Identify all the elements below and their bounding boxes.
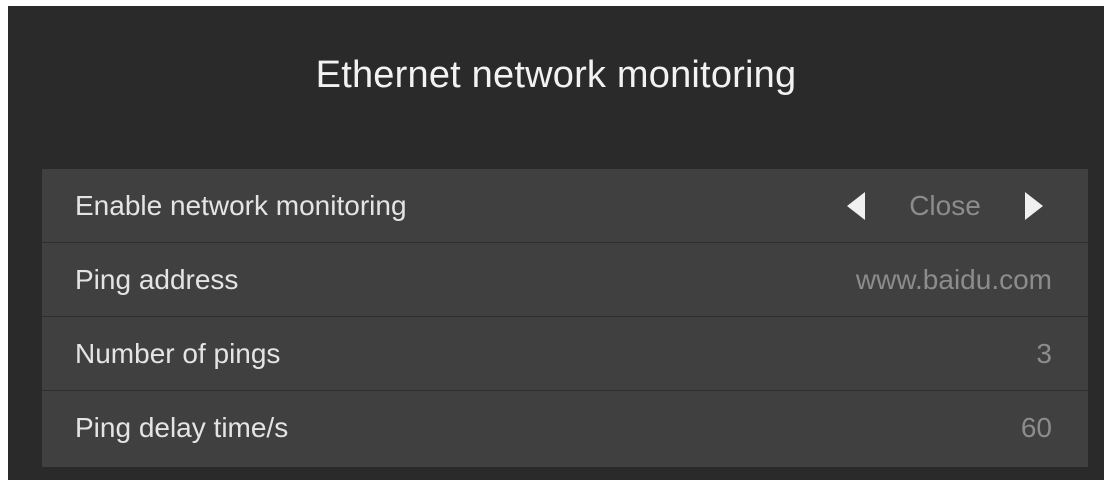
setting-row-enable-monitoring[interactable]: Enable network monitoring Close [42,169,1088,243]
monitoring-toggle-stepper[interactable]: Close [842,188,1048,224]
setting-row-ping-count[interactable]: Number of pings 3 [42,317,1088,391]
arrow-right-icon[interactable] [1020,188,1048,224]
settings-screen: Ethernet network monitoring Enable netwo… [8,6,1104,480]
page-title: Ethernet network monitoring [315,54,797,96]
setting-label: Enable network monitoring [75,189,407,221]
monitoring-state-value: Close [909,189,981,221]
ping-count-value: 3 [1036,337,1052,369]
settings-panel: Enable network monitoring Close Ping add… [42,169,1088,467]
ping-address-value: www.baidu.com [855,263,1052,295]
setting-label: Ping delay time/s [75,412,289,443]
setting-label: Ping address [75,263,239,295]
arrow-left-icon[interactable] [842,188,870,224]
setting-row-ping-address[interactable]: Ping address www.baidu.com [42,243,1088,317]
setting-label: Number of pings [75,337,281,369]
setting-row-ping-delay[interactable]: Ping delay time/s 60 [42,391,1088,465]
ping-delay-value: 60 [1020,412,1052,443]
